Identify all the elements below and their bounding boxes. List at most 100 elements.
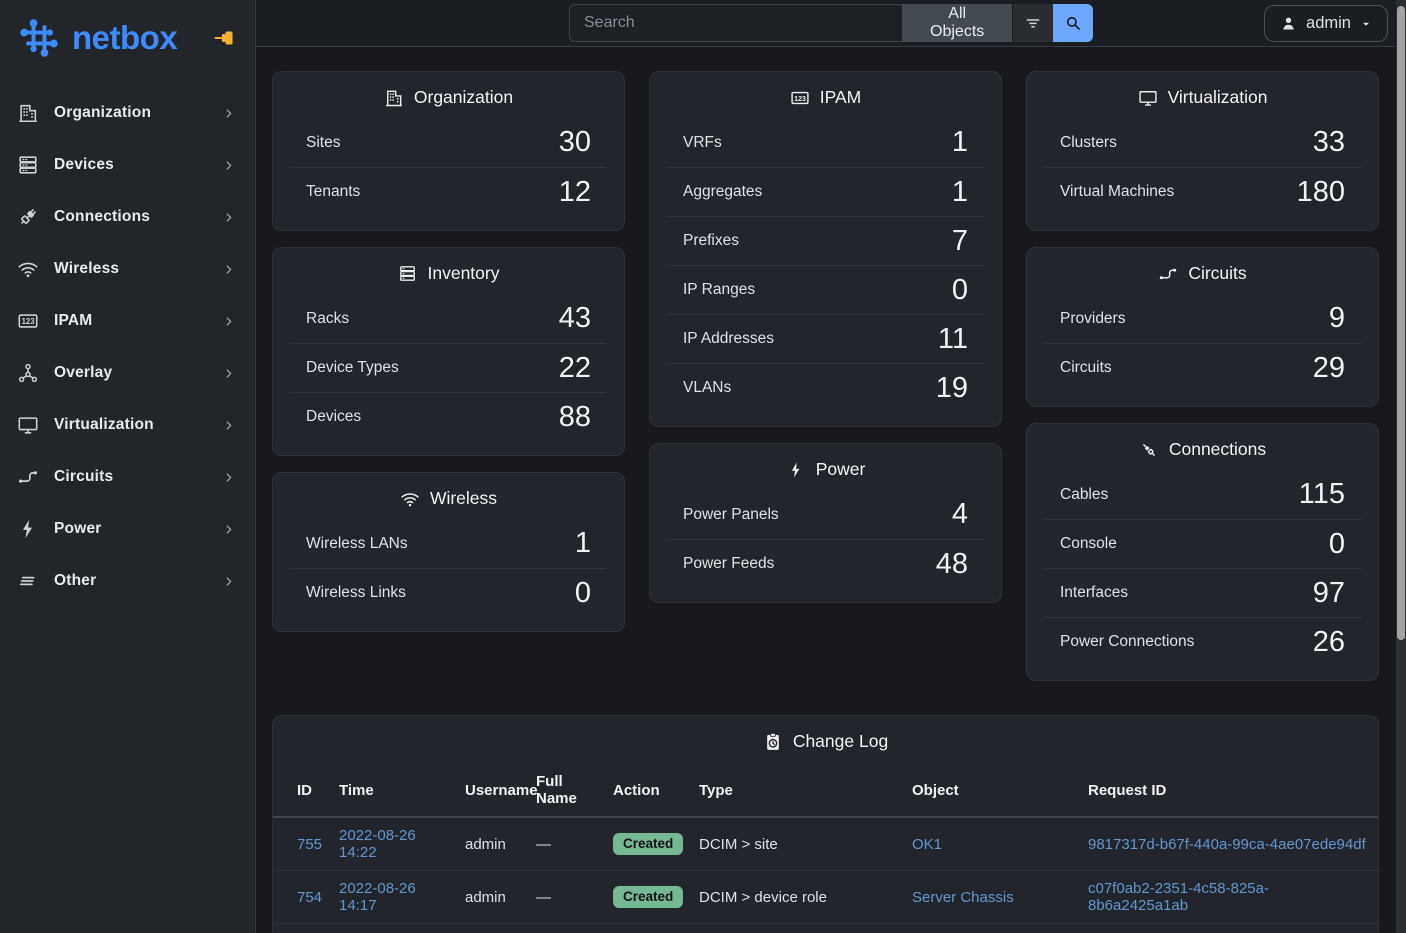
card-title: Circuits (1188, 263, 1246, 284)
search-submit-button[interactable] (1053, 4, 1093, 42)
change-id-link[interactable]: 754 (297, 889, 322, 906)
stat-row-virtual-machines[interactable]: Virtual Machines 180 (1044, 167, 1361, 216)
change-log-title: Change Log (793, 731, 888, 752)
filter-button[interactable] (1012, 4, 1054, 42)
stat-row-vlans[interactable]: VLANs 19 (667, 363, 984, 412)
change-time-link[interactable]: 2022-08-26 14:17 (339, 880, 416, 914)
stat-row-aggregates[interactable]: Aggregates 1 (667, 167, 984, 216)
stat-row-vrfs[interactable]: VRFs 1 (667, 118, 984, 167)
stat-row-power-panels[interactable]: Power Panels 4 (667, 490, 984, 539)
stat-row-tenants[interactable]: Tenants 12 (290, 167, 607, 216)
card-title: Inventory (428, 263, 500, 284)
stat-row-devices[interactable]: Devices 88 (290, 392, 607, 441)
card-title: Organization (414, 87, 513, 108)
sidebar-item-wireless[interactable]: Wireless (0, 243, 255, 295)
column-header-request-id: Request ID (1078, 764, 1378, 817)
card-rows: Providers 9 Circuits 29 (1027, 290, 1378, 406)
sidebar-item-devices[interactable]: Devices (0, 139, 255, 191)
card-change-log: Change Log ID Time Username Full Name Ac… (272, 715, 1379, 933)
sidebar-item-organization[interactable]: Organization (0, 87, 255, 139)
user-menu-button[interactable]: admin (1264, 5, 1388, 42)
column-header-id: ID (273, 764, 329, 817)
svg-text:123: 123 (794, 94, 806, 102)
sidebar-pin-button[interactable] (211, 24, 239, 52)
stat-label: VLANs (683, 379, 731, 397)
stat-label: Devices (306, 408, 361, 426)
search-input[interactable] (569, 4, 902, 42)
table-header-row: ID Time Username Full Name Action Type O… (273, 764, 1378, 817)
table-row: 755 2022-08-26 14:22 admin — Created DCI… (273, 817, 1378, 871)
stat-value: 4 (952, 500, 968, 529)
request-id-link[interactable]: c07f0ab2-2351-4c58-825a-8b6a2425a1ab (1088, 880, 1269, 914)
sidebar-item-overlay[interactable]: Overlay (0, 347, 255, 399)
person-icon (1280, 15, 1297, 32)
stat-value: 26 (1313, 628, 1345, 657)
brand-name[interactable]: netbox (72, 19, 177, 57)
stat-label: Prefixes (683, 232, 739, 250)
stat-value: 43 (559, 304, 591, 333)
stat-value: 48 (936, 550, 968, 579)
stat-row-interfaces[interactable]: Interfaces 97 (1044, 568, 1361, 617)
object-link[interactable]: Server Chassis (912, 889, 1014, 906)
stat-row-wireless-links[interactable]: Wireless Links 0 (290, 568, 607, 617)
stat-label: Power Panels (683, 506, 779, 524)
caret-down-icon (1360, 18, 1372, 30)
change-time-link[interactable]: 2022-08-26 14:22 (339, 827, 416, 861)
counter-icon: 123 (16, 309, 40, 333)
card-rows: Sites 30 Tenants 12 (273, 114, 624, 230)
stat-row-racks[interactable]: Racks 43 (290, 294, 607, 343)
stat-label: Console (1060, 535, 1117, 553)
stat-row-device-types[interactable]: Device Types 22 (290, 343, 607, 392)
stat-row-clusters[interactable]: Clusters 33 (1044, 118, 1361, 167)
scrollbar-thumb[interactable] (1397, 6, 1405, 640)
stat-row-providers[interactable]: Providers 9 (1044, 294, 1361, 343)
svg-text:123: 123 (22, 317, 36, 326)
stat-label: Cables (1060, 486, 1108, 504)
stat-row-ip-ranges[interactable]: IP Ranges 0 (667, 265, 984, 314)
card-ipam-header: 123 IPAM (650, 72, 1001, 114)
stat-value: 29 (1313, 354, 1345, 383)
card-ipam: 123 IPAM VRFs 1 Aggregates 1 Pref (649, 71, 1002, 427)
stat-row-wireless-lans[interactable]: Wireless LANs 1 (290, 519, 607, 568)
stat-value: 97 (1313, 579, 1345, 608)
user-menu-label: admin (1306, 14, 1351, 33)
sidebar-item-virtualization[interactable]: Virtualization (0, 399, 255, 451)
card-connections-header: Connections (1027, 424, 1378, 466)
card-columns: Organization Sites 30 Tenants 12 (272, 71, 1379, 681)
object-link[interactable]: OK1 (912, 836, 942, 853)
sidebar-item-ipam[interactable]: 123 IPAM (0, 295, 255, 347)
sidebar-item-label: Wireless (54, 260, 119, 278)
sidebar-item-connections[interactable]: Connections (0, 191, 255, 243)
card-rows: Wireless LANs 1 Wireless Links 0 (273, 515, 624, 631)
object-type-button[interactable]: All Objects (902, 4, 1012, 42)
brand: netbox (0, 0, 255, 73)
stat-row-power-connections[interactable]: Power Connections 26 (1044, 617, 1361, 666)
magnifier-icon (1064, 14, 1082, 32)
card-title: IPAM (820, 87, 862, 108)
stat-value: 0 (1329, 530, 1345, 559)
stat-row-prefixes[interactable]: Prefixes 7 (667, 216, 984, 265)
sidebar-item-label: Connections (54, 208, 150, 226)
change-id-link[interactable]: 755 (297, 836, 322, 853)
table-row: 753 2022-08-26 14:15 admin — Created DCI… (273, 924, 1378, 933)
card-inventory-header: Inventory (273, 248, 624, 290)
type-cell: DCIM > site (699, 836, 778, 853)
request-id-link[interactable]: 9817317d-b67f-440a-99ca-4ae07ede94df (1088, 836, 1366, 853)
sidebar-item-circuits[interactable]: Circuits (0, 451, 255, 503)
column-header-object: Object (902, 764, 1078, 817)
column-header-action: Action (603, 764, 689, 817)
sidebar-item-power[interactable]: Power (0, 503, 255, 555)
stat-row-sites[interactable]: Sites 30 (290, 118, 607, 167)
action-badge: Created (613, 886, 683, 908)
stat-row-ip-addresses[interactable]: IP Addresses 11 (667, 314, 984, 363)
card-organization: Organization Sites 30 Tenants 12 (272, 71, 625, 231)
sidebar-item-other[interactable]: Other (0, 555, 255, 607)
stat-row-power-feeds[interactable]: Power Feeds 48 (667, 539, 984, 588)
sidebar-item-label: Overlay (54, 364, 112, 382)
stat-row-console[interactable]: Console 0 (1044, 519, 1361, 568)
netbox-logo-icon[interactable] (14, 13, 64, 63)
column-left: Organization Sites 30 Tenants 12 (272, 71, 625, 681)
stat-row-circuits[interactable]: Circuits 29 (1044, 343, 1361, 392)
server-icon (398, 264, 418, 284)
stat-row-cables[interactable]: Cables 115 (1044, 470, 1361, 519)
